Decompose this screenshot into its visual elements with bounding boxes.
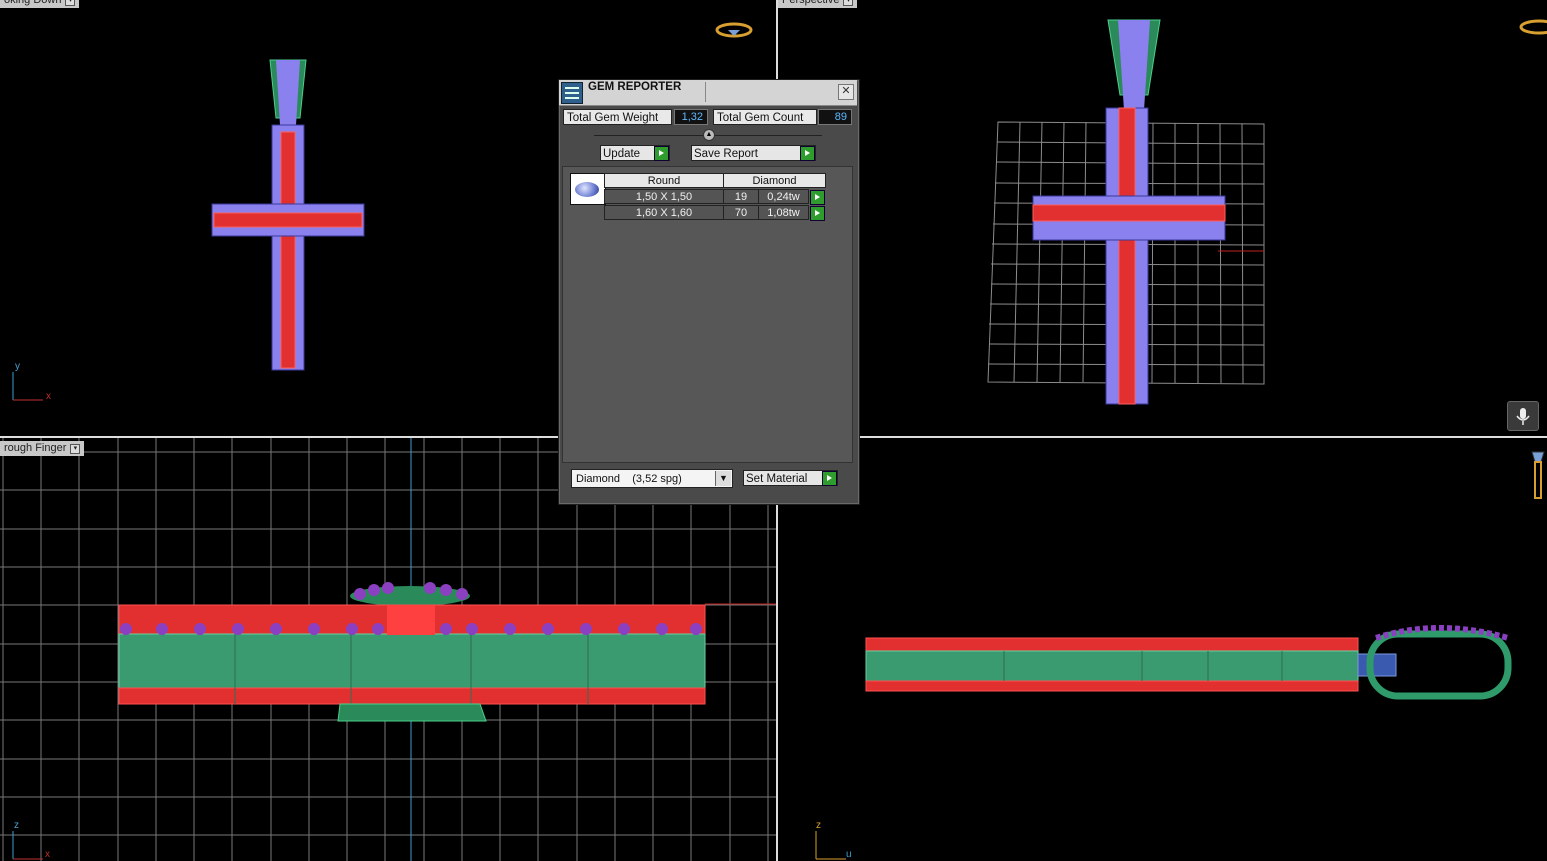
save-report-label: Save Report: [694, 148, 758, 160]
ring-orientation-icon[interactable]: [715, 20, 755, 40]
gem-count-cell: 19: [723, 189, 759, 204]
set-material-label: Set Material: [746, 473, 808, 485]
round-gem-thumbnail-icon[interactable]: [570, 173, 606, 205]
gem-weight-cell: 0,24tw: [758, 189, 809, 204]
gem-size-cell: 1,60 X 1,60: [604, 205, 724, 220]
pendant-orientation-icon[interactable]: [1528, 450, 1547, 502]
chevron-down-icon[interactable]: ▼: [715, 471, 731, 486]
cross-pendant-side-model[interactable]: [778, 438, 1547, 861]
save-report-button[interactable]: Save Report: [691, 145, 816, 161]
select-gem-row-button[interactable]: [810, 190, 825, 205]
total-gem-count-label: Total Gem Count: [713, 109, 817, 125]
gem-list[interactable]: Round Diamond 1,50 X 1,50 19 0,24tw 1,60…: [562, 166, 853, 463]
chevron-down-icon[interactable]: ▾: [70, 443, 81, 454]
select-gem-row-button[interactable]: [810, 206, 825, 221]
total-gem-weight-value: 1,32: [674, 109, 708, 125]
play-arrow-icon: [654, 146, 669, 161]
material-select[interactable]: Diamond (3,52 spg) ▼: [571, 469, 733, 488]
dialog-titlebar[interactable]: GEM REPORTER ✕: [559, 80, 857, 106]
update-button[interactable]: Update: [600, 145, 670, 161]
total-gem-count-value: 89: [818, 109, 852, 125]
axis-y-label: y: [15, 361, 20, 372]
dialog-title: GEM REPORTER: [588, 81, 682, 93]
axis-u-label: u: [846, 849, 852, 860]
set-material-button[interactable]: Set Material: [743, 470, 838, 486]
play-arrow-icon: [800, 146, 815, 161]
gem-size-cell: 1,50 X 1,50: [604, 189, 724, 204]
titlebar-separator: [705, 82, 706, 102]
material-select-value: Diamond (3,52 spg): [576, 473, 682, 485]
axis-z-label: z: [816, 820, 821, 831]
update-label: Update: [603, 148, 641, 160]
ring-orientation-icon[interactable]: [1519, 15, 1547, 39]
close-button[interactable]: ✕: [838, 84, 854, 100]
total-gem-weight-label: Total Gem Weight: [563, 109, 672, 125]
gem-count-cell: 70: [723, 205, 759, 220]
gem-weight-cell: 1,08tw: [758, 205, 809, 220]
axis-z-label: z: [14, 820, 19, 831]
close-icon: ✕: [841, 85, 851, 97]
collapse-arrow-icon[interactable]: ▲: [703, 129, 715, 141]
gem-reporter-dialog: GEM REPORTER ✕ Total Gem Weight 1,32 Tot…: [558, 79, 860, 505]
viewport-side[interactable]: z u: [778, 438, 1547, 861]
axis-x-label: x: [45, 849, 50, 860]
microphone-icon: [1516, 408, 1530, 425]
axis-x-label: x: [46, 391, 51, 402]
viewport-label-through-finger[interactable]: rough Finger ▾: [0, 441, 85, 456]
microphone-button[interactable]: [1507, 401, 1539, 431]
play-arrow-icon: [822, 471, 837, 486]
gem-reporter-app-icon: [561, 82, 583, 104]
viewport-perspective[interactable]: Perspective ▾: [778, 0, 1547, 436]
gem-shape-header: Round: [604, 173, 724, 188]
cross-pendant-perspective-model[interactable]: [778, 0, 1547, 436]
gem-material-header: Diamond: [723, 173, 826, 188]
